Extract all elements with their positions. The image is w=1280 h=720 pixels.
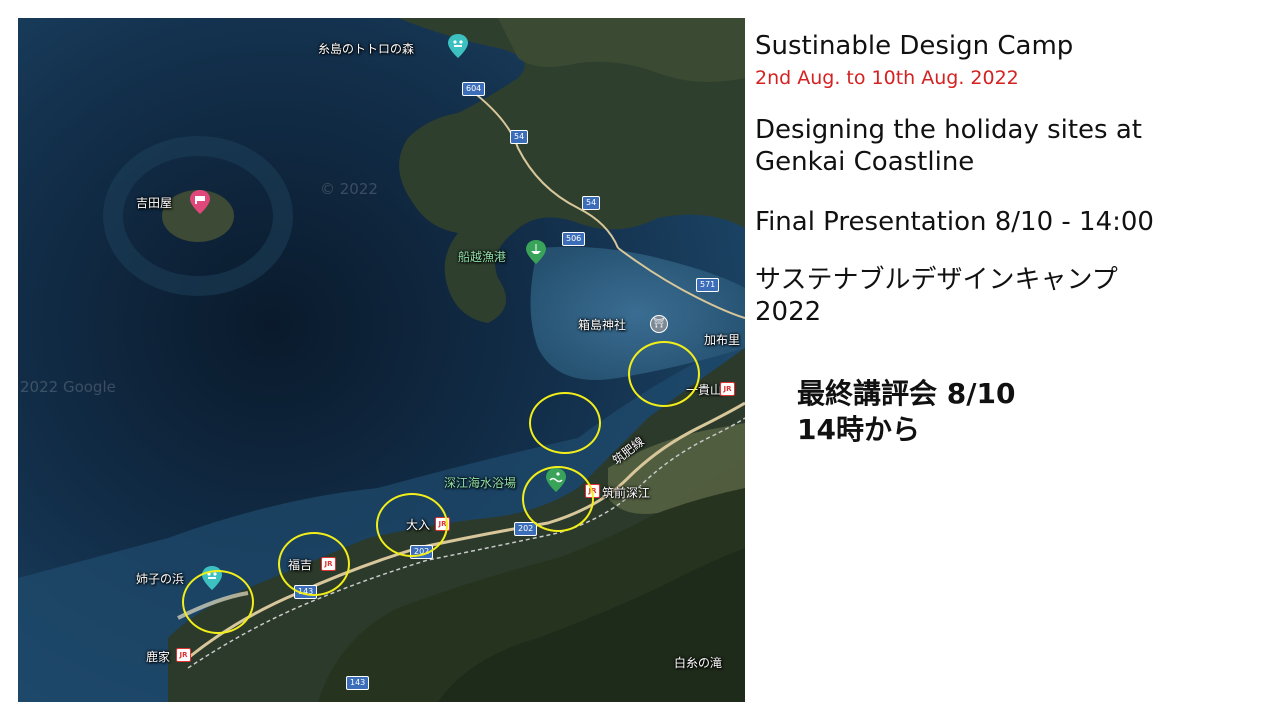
highlight-ring-fukae (522, 466, 594, 532)
map-copyright-left: 2022 Google (20, 378, 116, 396)
slide-jp-title-line1: サステナブルデザインキャンプ (755, 265, 1118, 295)
slide-jp-review-line2: 14時から (797, 413, 920, 446)
slide-subtitle-line1: Designing the holiday sites at (755, 115, 1142, 145)
highlight-ring-headland (529, 392, 601, 454)
slide-text-panel: Sustinable Design Camp 2nd Aug. to 10th … (755, 30, 1275, 448)
satellite-map[interactable]: © 2022 2022 Google 糸島のトトロの森 吉田屋 船越漁港 ⛩ 箱… (18, 18, 745, 702)
place-label-yoshidaya[interactable]: 吉田屋 (136, 194, 172, 211)
place-label-totoro-forest[interactable]: 糸島のトトロの森 (318, 40, 414, 57)
route-506-shield: 506 (562, 232, 586, 246)
shrine-icon[interactable]: ⛩ (650, 315, 668, 333)
route-54-shield-south: 54 (582, 196, 601, 210)
shikaka-jr-station-icon[interactable]: JR (176, 648, 191, 662)
route-571-shield: 571 (696, 278, 720, 292)
route-143-shield-south: 143 (346, 676, 370, 690)
place-label-neko-no-hama[interactable]: 姉子の浜 (136, 570, 184, 587)
yoshidaya-pin-icon[interactable] (190, 190, 210, 214)
highlight-ring-ikkisan (628, 341, 700, 407)
slide-jp-review-line1: 最終講評会 8/10 (797, 377, 1016, 410)
funakoshi-port-pin-icon[interactable] (526, 240, 546, 264)
highlight-ring-oniu (376, 493, 448, 557)
place-label-fukae-beach[interactable]: 深江海水浴場 (444, 474, 516, 491)
totoro-forest-pin-icon[interactable] (448, 34, 468, 58)
place-label-kafuri[interactable]: 加布里 (704, 331, 740, 348)
highlight-ring-fukuyoshi (278, 532, 350, 596)
slide-jp-review: 最終講評会 8/10 14時から (797, 376, 1275, 448)
route-604-shield: 604 (462, 82, 486, 96)
place-label-shiraito-falls[interactable]: 白糸の滝 (674, 654, 722, 671)
slide-subtitle-line2: Genkai Coastline (755, 147, 975, 177)
slide-title: Sustinable Design Camp (755, 31, 1074, 61)
place-label-hakoshima-shrine[interactable]: 箱島神社 (578, 316, 626, 333)
route-54-shield-north: 54 (510, 130, 529, 144)
highlight-ring-neko-no-hama (182, 570, 254, 634)
place-label-shikaka[interactable]: 鹿家 (146, 648, 170, 665)
ikkisan-jr-station-icon[interactable]: JR (720, 382, 735, 396)
slide-dates: 2nd Aug. to 10th Aug. 2022 (755, 67, 1019, 89)
map-copyright-top: © 2022 (320, 180, 378, 198)
place-label-funakoshi-port[interactable]: 船越漁港 (458, 248, 506, 265)
place-label-chikuzen-fukae[interactable]: 筑前深江 (602, 484, 650, 501)
slide-final-presentation: Final Presentation 8/10 - 14:00 (755, 207, 1154, 237)
slide-jp-title-line2: 2022 (755, 297, 822, 327)
